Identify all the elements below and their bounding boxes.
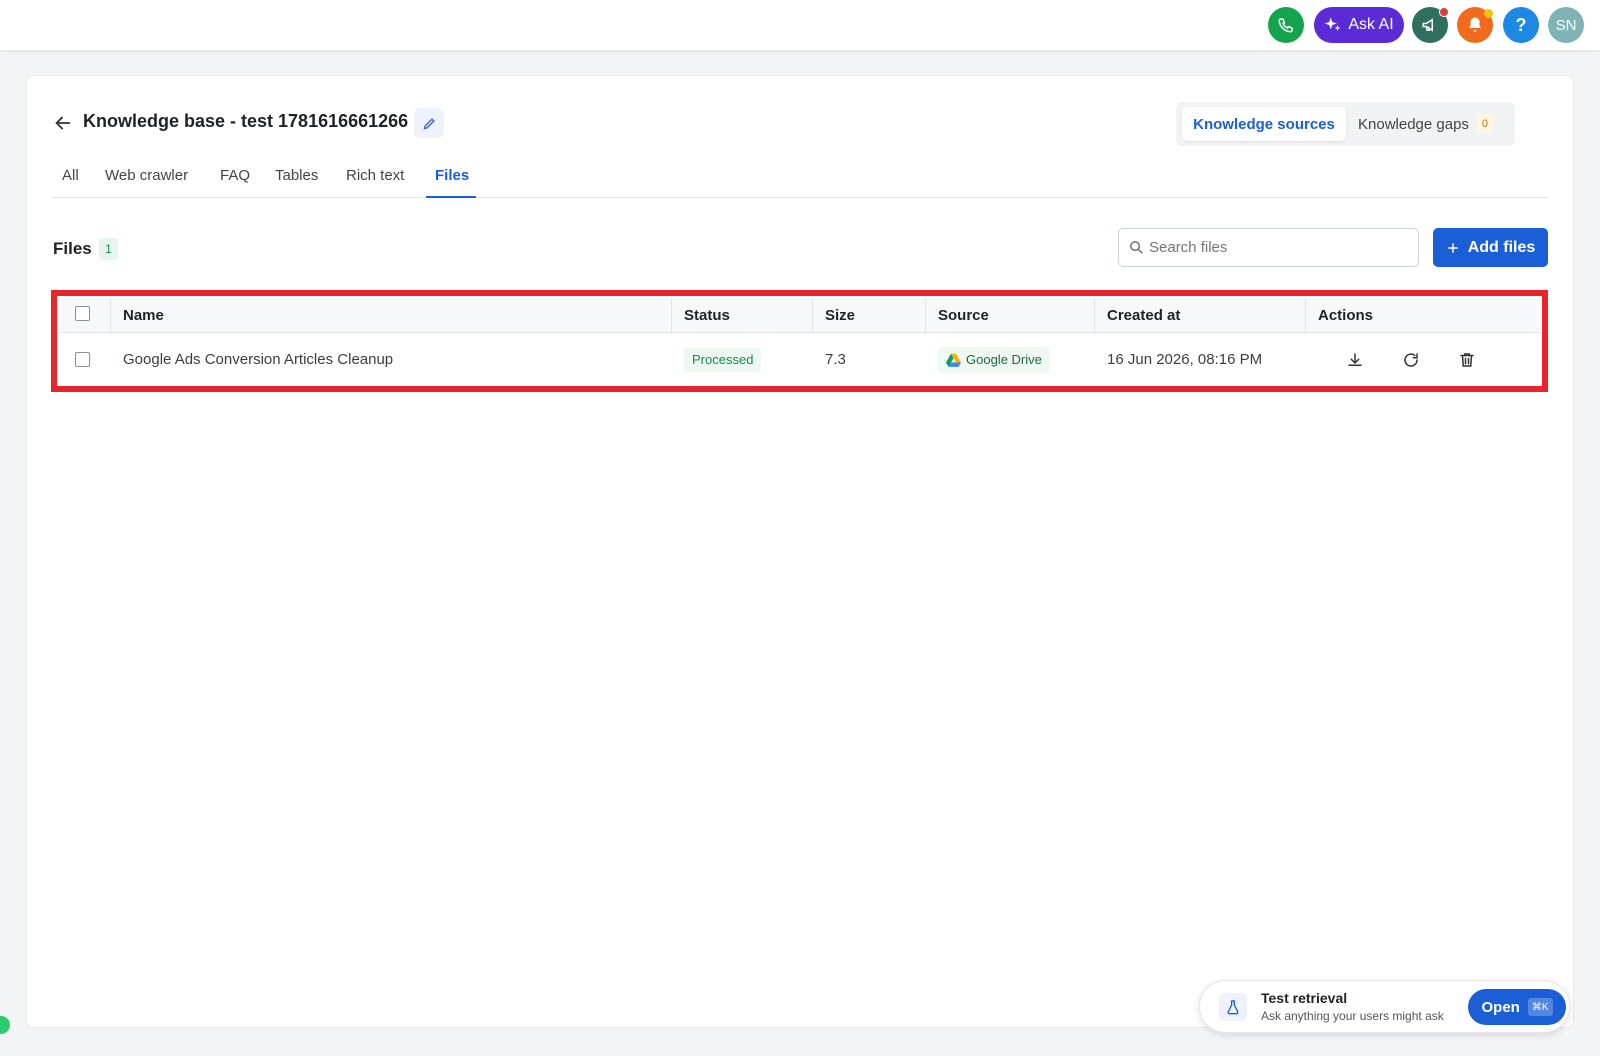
column-header-name[interactable]: Name xyxy=(123,298,164,333)
column-divider xyxy=(110,298,111,333)
pencil-icon xyxy=(423,117,435,129)
tab-all[interactable]: All xyxy=(62,167,79,184)
edit-title-button[interactable] xyxy=(414,108,444,138)
ask-ai-label: Ask AI xyxy=(1348,16,1394,33)
arrow-left-icon xyxy=(55,116,71,130)
knowledge-gaps-label: Knowledge gaps xyxy=(1358,115,1469,133)
source-tabs: All Web crawler FAQ Tables Rich text Fil… xyxy=(52,162,1548,198)
search-field xyxy=(1118,228,1419,267)
tab-web-crawler[interactable]: Web crawler xyxy=(105,167,188,184)
unread-indicator xyxy=(1439,7,1449,17)
download-icon xyxy=(1348,353,1362,366)
megaphone-icon xyxy=(1422,18,1433,32)
section-title: Files xyxy=(53,239,92,258)
open-label: Open xyxy=(1481,998,1520,1016)
knowledge-view-switch: Knowledge sources Knowledge gaps 0 xyxy=(1176,102,1515,146)
test-retrieval-widget: Test retrieval Ask anything your users m… xyxy=(1199,980,1570,1033)
knowledge-gaps-toggle[interactable]: Knowledge gaps 0 xyxy=(1358,107,1493,141)
active-tab-indicator xyxy=(426,196,476,198)
delete-button[interactable] xyxy=(1457,350,1477,370)
google-drive-icon xyxy=(946,353,961,367)
refresh-icon xyxy=(1404,353,1418,367)
file-size: 7.3 xyxy=(825,351,846,368)
avatar[interactable]: SN xyxy=(1548,7,1584,43)
file-name[interactable]: Google Ads Conversion Articles Cleanup xyxy=(123,333,393,386)
column-header-size[interactable]: Size xyxy=(825,298,855,333)
notification-indicator xyxy=(1484,9,1493,18)
open-test-retrieval-button[interactable]: Open ⌘K xyxy=(1468,989,1566,1025)
table-header: Name Status Size Source Created at Actio… xyxy=(59,298,1541,333)
status-indicator xyxy=(0,1016,10,1034)
tab-files[interactable]: Files xyxy=(435,167,469,184)
table-row[interactable]: Google Ads Conversion Articles Cleanup P… xyxy=(59,333,1541,386)
avatar-initials: SN xyxy=(1555,16,1577,34)
plus-icon xyxy=(1448,242,1458,253)
search-icon xyxy=(1130,241,1143,254)
column-divider xyxy=(1094,298,1095,333)
help-icon: ? xyxy=(1515,14,1527,35)
search-input[interactable] xyxy=(1149,231,1409,264)
add-files-label: Add files xyxy=(1467,238,1536,256)
tab-rich-text[interactable]: Rich text xyxy=(346,167,404,184)
column-header-created-at[interactable]: Created at xyxy=(1107,298,1180,333)
help-button[interactable]: ? xyxy=(1503,7,1539,43)
files-table: Name Status Size Source Created at Actio… xyxy=(59,298,1541,386)
flask-icon xyxy=(1219,993,1247,1021)
test-retrieval-subtitle: Ask anything your users might ask xyxy=(1261,1009,1444,1023)
sparkle-icon xyxy=(1325,17,1341,31)
reprocess-button[interactable] xyxy=(1401,350,1421,370)
knowledge-sources-toggle[interactable]: Knowledge sources xyxy=(1182,107,1346,141)
source-label: Google Drive xyxy=(966,352,1042,367)
add-files-button[interactable]: Add files xyxy=(1433,228,1548,267)
back-button[interactable] xyxy=(52,112,74,134)
column-header-source[interactable]: Source xyxy=(938,298,989,333)
row-checkbox[interactable] xyxy=(75,352,90,367)
column-divider xyxy=(925,298,926,333)
main-card xyxy=(27,76,1573,1027)
column-divider xyxy=(671,298,672,333)
column-divider xyxy=(812,298,813,333)
bell-icon xyxy=(1469,17,1481,32)
top-bar: Ask AI ? SN xyxy=(0,0,1600,51)
download-button[interactable] xyxy=(1345,350,1365,370)
ask-ai-button[interactable]: Ask AI xyxy=(1314,7,1404,43)
tab-faq[interactable]: FAQ xyxy=(220,167,250,184)
column-header-actions: Actions xyxy=(1318,307,1374,324)
test-retrieval-title: Test retrieval xyxy=(1261,990,1348,1006)
status-badge: Processed xyxy=(684,347,762,372)
tab-tables[interactable]: Tables xyxy=(275,167,318,184)
phone-button[interactable] xyxy=(1268,7,1304,43)
created-at: 16 Jun 2026, 08:16 PM xyxy=(1107,351,1263,368)
column-divider xyxy=(1305,298,1306,333)
select-all-checkbox[interactable] xyxy=(75,306,90,321)
trash-icon xyxy=(1460,353,1474,367)
knowledge-gaps-count: 0 xyxy=(1476,115,1493,133)
keyboard-shortcut: ⌘K xyxy=(1527,998,1553,1016)
page-title: Knowledge base - test 1781616661266 xyxy=(83,111,409,131)
column-header-status[interactable]: Status xyxy=(684,298,730,333)
phone-icon xyxy=(1278,18,1293,33)
source-badge: Google Drive xyxy=(938,346,1050,373)
files-count-badge: 1 xyxy=(99,238,118,260)
